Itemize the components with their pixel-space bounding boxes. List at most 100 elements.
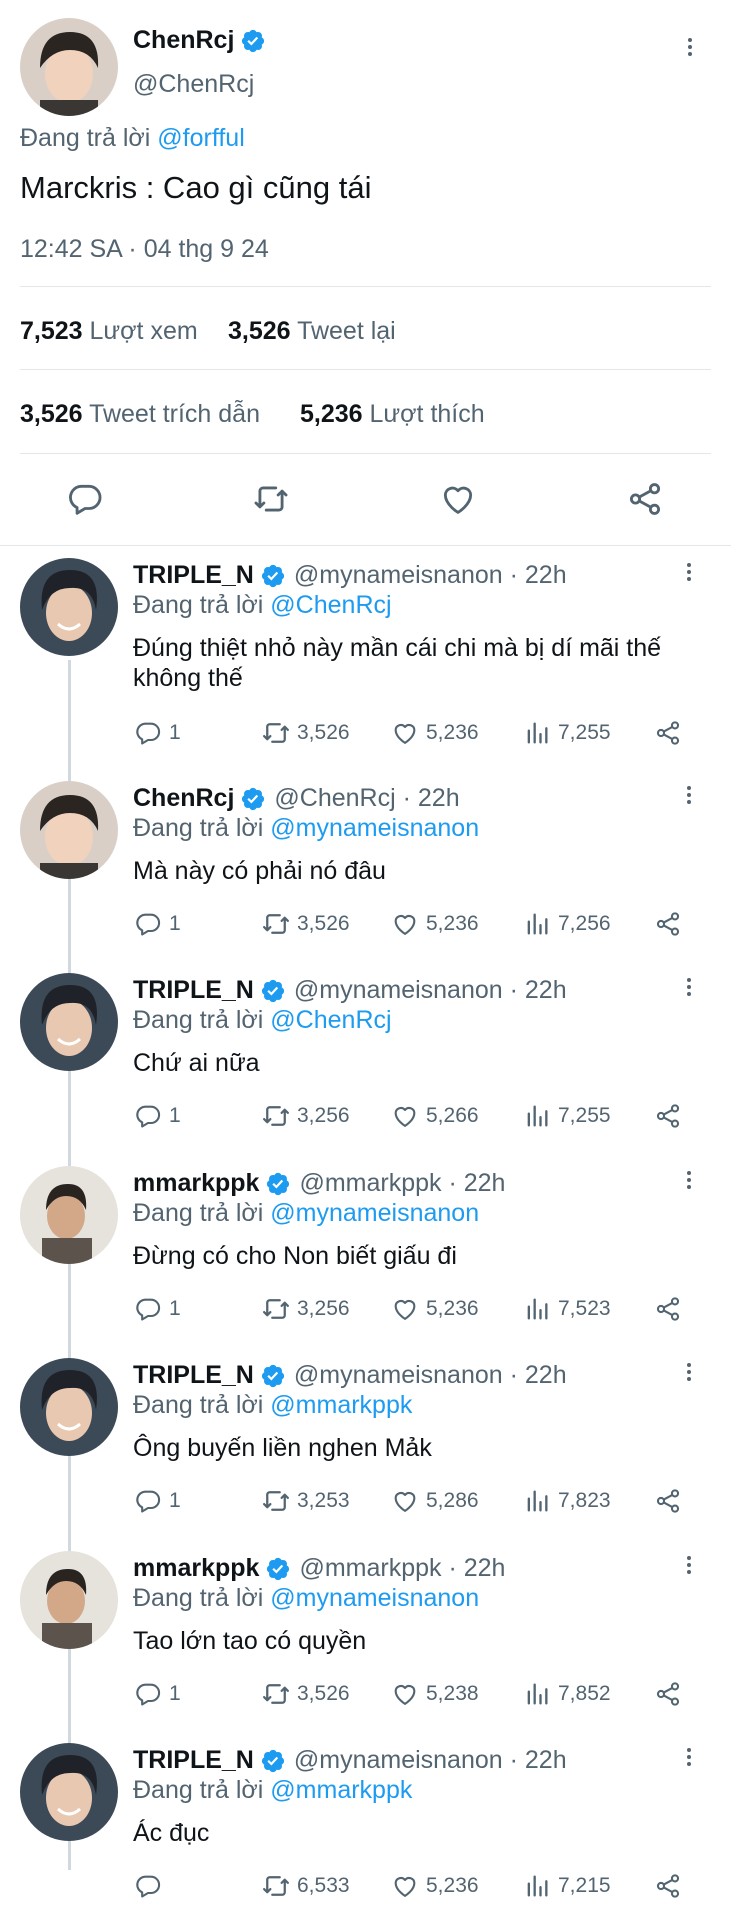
like-button[interactable]: 5,266 xyxy=(390,1101,479,1131)
like-button[interactable]: 5,236 xyxy=(390,718,479,748)
quotes-stat[interactable]: 3,526 Tweet trích dẫn xyxy=(20,400,260,429)
reply-avatar[interactable] xyxy=(20,973,118,1071)
reply-author-handle[interactable]: @mynameisnanon xyxy=(294,561,503,590)
views-button[interactable]: 7,215 xyxy=(522,1871,611,1901)
more-vertical-icon[interactable] xyxy=(677,1168,701,1197)
reply-bubble-icon xyxy=(133,1101,163,1131)
reply-button[interactable]: 1 xyxy=(133,1101,181,1131)
replying-to-link[interactable]: @mynameisnanon xyxy=(270,814,479,842)
views-button[interactable]: 7,255 xyxy=(522,1101,611,1131)
reply-button[interactable]: 1 xyxy=(133,1679,181,1709)
heart-icon xyxy=(390,718,420,748)
like-button[interactable]: 5,238 xyxy=(390,1679,479,1709)
reply-time[interactable]: 22h xyxy=(525,1746,567,1775)
more-vertical-icon[interactable] xyxy=(677,975,701,1004)
more-vertical-icon[interactable] xyxy=(677,1553,701,1582)
reply-author-handle[interactable]: @mynameisnanon xyxy=(294,976,503,1005)
more-vertical-icon[interactable] xyxy=(677,783,701,812)
retweet-button[interactable]: 3,253 xyxy=(261,1486,350,1516)
reply-bubble-icon[interactable] xyxy=(66,480,104,518)
replying-to-link[interactable]: @mmarkppk xyxy=(270,1391,412,1419)
reply-avatar[interactable] xyxy=(20,1551,118,1649)
views-stat[interactable]: 7,523 Lượt xem xyxy=(20,317,198,346)
reply-text: Đúng thiệt nhỏ này mần cái chi mà bị dí … xyxy=(133,634,662,692)
share-button[interactable] xyxy=(653,718,683,748)
reply-author-name[interactable]: TRIPLE_N xyxy=(133,561,254,590)
reply-button[interactable]: 1 xyxy=(133,1486,181,1516)
reply-author-handle[interactable]: @mynameisnanon xyxy=(294,1746,503,1775)
retweet-button[interactable]: 6,533 xyxy=(261,1871,350,1901)
reply-author-name[interactable]: mmarkppk xyxy=(133,1554,259,1583)
main-author-handle[interactable]: @ChenRcj xyxy=(133,70,254,99)
retweet-button[interactable]: 3,526 xyxy=(261,718,350,748)
share-button[interactable] xyxy=(653,1101,683,1131)
reply-author-handle[interactable]: @mmarkppk xyxy=(299,1554,441,1583)
share-button[interactable] xyxy=(653,1679,683,1709)
reply-button[interactable]: 1 xyxy=(133,1294,181,1324)
reply-avatar[interactable] xyxy=(20,781,118,879)
reply-button[interactable] xyxy=(133,1871,169,1901)
retweet-button[interactable]: 3,256 xyxy=(261,1101,350,1131)
more-vertical-icon[interactable] xyxy=(677,1360,701,1389)
views-button[interactable]: 7,852 xyxy=(522,1679,611,1709)
like-button[interactable]: 5,236 xyxy=(390,1294,479,1324)
reply-avatar[interactable] xyxy=(20,1358,118,1456)
retweet-button[interactable]: 3,256 xyxy=(261,1294,350,1324)
verified-badge-icon xyxy=(240,28,266,54)
main-author-name[interactable]: ChenRcj xyxy=(133,26,234,55)
share-icon[interactable] xyxy=(626,480,664,518)
reply-text: Ông buyến liền nghen Mảk xyxy=(133,1434,432,1462)
replying-to-link[interactable]: @mynameisnanon xyxy=(270,1199,479,1227)
reply-replying-to: Đang trả lời @ChenRcj xyxy=(133,591,392,620)
reply-avatar[interactable] xyxy=(20,558,118,656)
likes-stat[interactable]: 5,236 Lượt thích xyxy=(300,400,485,429)
replying-to-link[interactable]: @mynameisnanon xyxy=(270,1584,479,1612)
like-button[interactable]: 5,236 xyxy=(390,909,479,939)
reply-count: 1 xyxy=(169,1682,181,1705)
reply-time[interactable]: 22h xyxy=(464,1169,506,1198)
reply-time[interactable]: 22h xyxy=(525,976,567,1005)
reply-time[interactable]: 22h xyxy=(418,784,460,813)
reply-time[interactable]: 22h xyxy=(525,1361,567,1390)
reply-author-name[interactable]: TRIPLE_N xyxy=(133,1361,254,1390)
views-button[interactable]: 7,255 xyxy=(522,718,611,748)
main-author-avatar[interactable] xyxy=(20,18,118,116)
heart-icon[interactable] xyxy=(439,480,477,518)
reply-author-name[interactable]: TRIPLE_N xyxy=(133,1746,254,1775)
reply-author-name[interactable]: mmarkppk xyxy=(133,1169,259,1198)
main-author-name-row[interactable]: ChenRcj xyxy=(133,26,266,55)
retweet-button[interactable]: 3,526 xyxy=(261,909,350,939)
reply-time[interactable]: 22h xyxy=(464,1554,506,1583)
share-button[interactable] xyxy=(653,1486,683,1516)
reply-avatar[interactable] xyxy=(20,1743,118,1841)
retweets-stat[interactable]: 3,526 Tweet lại xyxy=(228,317,396,346)
more-vertical-icon[interactable] xyxy=(675,32,705,62)
retweet-icon[interactable] xyxy=(252,480,290,518)
like-button[interactable]: 5,286 xyxy=(390,1486,479,1516)
replying-to-link[interactable]: @mmarkppk xyxy=(270,1776,412,1804)
more-vertical-icon[interactable] xyxy=(677,560,701,589)
reply-time[interactable]: 22h xyxy=(525,561,567,590)
like-button[interactable]: 5,236 xyxy=(390,1871,479,1901)
retweet-button[interactable]: 3,526 xyxy=(261,1679,350,1709)
replying-to-link[interactable]: @forfful xyxy=(157,124,244,152)
reply-action-bar: 1 3,526 5,236 7,256 xyxy=(133,909,693,943)
replying-to-link[interactable]: @ChenRcj xyxy=(270,591,391,619)
views-button[interactable]: 7,823 xyxy=(522,1486,611,1516)
share-button[interactable] xyxy=(653,909,683,939)
main-tweet-timestamp[interactable]: 12:42 SA · 04 thg 9 24 xyxy=(20,235,269,264)
reply-author-name[interactable]: TRIPLE_N xyxy=(133,976,254,1005)
views-button[interactable]: 7,256 xyxy=(522,909,611,939)
reply-author-handle[interactable]: @ChenRcj xyxy=(274,784,395,813)
reply-author-name[interactable]: ChenRcj xyxy=(133,784,234,813)
reply-author-handle[interactable]: @mynameisnanon xyxy=(294,1361,503,1390)
views-button[interactable]: 7,523 xyxy=(522,1294,611,1324)
share-button[interactable] xyxy=(653,1294,683,1324)
reply-avatar[interactable] xyxy=(20,1166,118,1264)
share-button[interactable] xyxy=(653,1871,683,1901)
reply-author-handle[interactable]: @mmarkppk xyxy=(299,1169,441,1198)
more-vertical-icon[interactable] xyxy=(677,1745,701,1774)
reply-button[interactable]: 1 xyxy=(133,718,181,748)
reply-button[interactable]: 1 xyxy=(133,909,181,939)
replying-to-link[interactable]: @ChenRcj xyxy=(270,1006,391,1034)
